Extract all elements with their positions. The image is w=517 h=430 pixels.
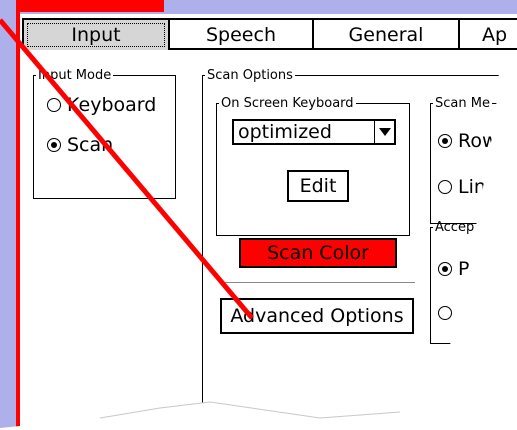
scan-method-group: Scan Me — [430, 96, 517, 224]
radio-accept-p-label: P — [458, 258, 470, 280]
tab-appearance[interactable]: Ap — [458, 18, 517, 50]
radio-line-scan[interactable]: Lin — [438, 176, 486, 198]
tab-label: Speech — [206, 24, 276, 46]
keyboard-layout-select[interactable]: optimized — [232, 119, 396, 145]
radio-row-label: Row — [458, 130, 498, 152]
edit-button[interactable]: Edit — [287, 170, 349, 202]
divider — [223, 282, 415, 283]
tab-general[interactable]: General — [312, 18, 460, 50]
keyboard-layout-value: optimized — [238, 121, 332, 143]
accept-legend: Accep — [435, 220, 475, 235]
radio-scan-circle — [47, 138, 61, 152]
radio-line-label: Lin — [458, 176, 486, 198]
tab-bar: Input Speech General Ap — [20, 18, 517, 50]
advanced-options-label: Advanced Options — [230, 305, 404, 327]
red-highlight-top — [16, 0, 164, 12]
accept-group: Accep — [430, 220, 517, 344]
radio-scan-label: Scan — [67, 134, 114, 156]
tab-speech[interactable]: Speech — [168, 18, 314, 50]
radio-accept-bu-label: Bu — [458, 302, 484, 324]
window-frame-left — [0, 0, 16, 430]
screenshot-stage: Input Speech General Ap Input Mode Keybo… — [0, 0, 517, 430]
radio-accept-bu[interactable]: Bu — [438, 302, 483, 324]
radio-keyboard-circle — [47, 98, 61, 112]
radio-scan[interactable]: Scan — [47, 134, 113, 156]
chevron-down-icon[interactable] — [374, 121, 394, 143]
advanced-options-button[interactable]: Advanced Options — [220, 298, 414, 334]
radio-accept-p[interactable]: P — [438, 258, 469, 280]
radio-row-circle — [438, 134, 452, 148]
radio-row-scan[interactable]: Row — [438, 130, 498, 152]
settings-panel: Input Speech General Ap Input Mode Keybo… — [20, 14, 517, 430]
input-mode-legend: Input Mode — [38, 68, 112, 83]
radio-accept-p-circle — [438, 262, 452, 276]
scan-method-legend: Scan Me — [435, 96, 490, 111]
tab-label: General — [348, 24, 424, 46]
tab-input[interactable]: Input — [22, 18, 170, 50]
radio-line-circle — [438, 180, 452, 194]
scan-color-label: Scan Color — [267, 242, 369, 264]
scan-color-button[interactable]: Scan Color — [239, 238, 397, 268]
osk-legend: On Screen Keyboard — [221, 96, 354, 111]
scan-options-legend: Scan Options — [207, 68, 293, 83]
on-screen-keyboard-group: On Screen Keyboard — [216, 96, 410, 236]
radio-accept-bu-circle — [438, 306, 452, 320]
radio-keyboard[interactable]: Keyboard — [47, 94, 156, 116]
tab-focus-rect — [27, 23, 165, 47]
edit-button-label: Edit — [299, 175, 337, 197]
tab-label: Ap — [482, 24, 508, 46]
radio-keyboard-label: Keyboard — [67, 94, 157, 116]
